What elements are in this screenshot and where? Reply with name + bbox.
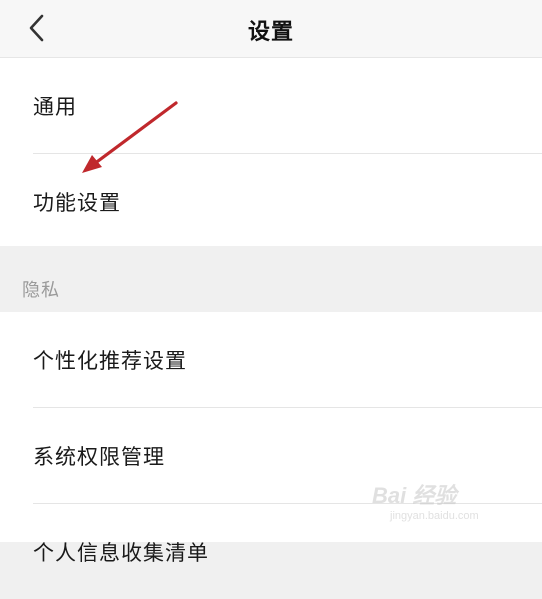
nav-header: 设置	[0, 0, 542, 58]
privacy-settings-group: 个性化推荐设置 系统权限管理 个人信息收集清单	[0, 312, 542, 565]
settings-row-personalized-recommendation[interactable]: 个性化推荐设置	[0, 312, 542, 407]
general-settings-group: 通用 功能设置	[0, 58, 542, 246]
page-title: 设置	[247, 20, 294, 45]
settings-row-label: 功能设置	[33, 190, 121, 215]
settings-row-feature-settings[interactable]: 功能设置	[0, 154, 542, 249]
settings-row-general[interactable]: 通用	[0, 58, 542, 153]
settings-row-personal-info-list[interactable]: 个人信息收集清单	[0, 504, 542, 599]
settings-row-label: 通用	[33, 94, 77, 119]
settings-row-label: 个性化推荐设置	[33, 348, 187, 373]
settings-row-system-permissions[interactable]: 系统权限管理	[0, 408, 542, 503]
settings-row-label: 个人信息收集清单	[33, 540, 209, 565]
section-title-privacy: 隐私	[22, 280, 60, 301]
settings-row-label: 系统权限管理	[33, 444, 165, 469]
